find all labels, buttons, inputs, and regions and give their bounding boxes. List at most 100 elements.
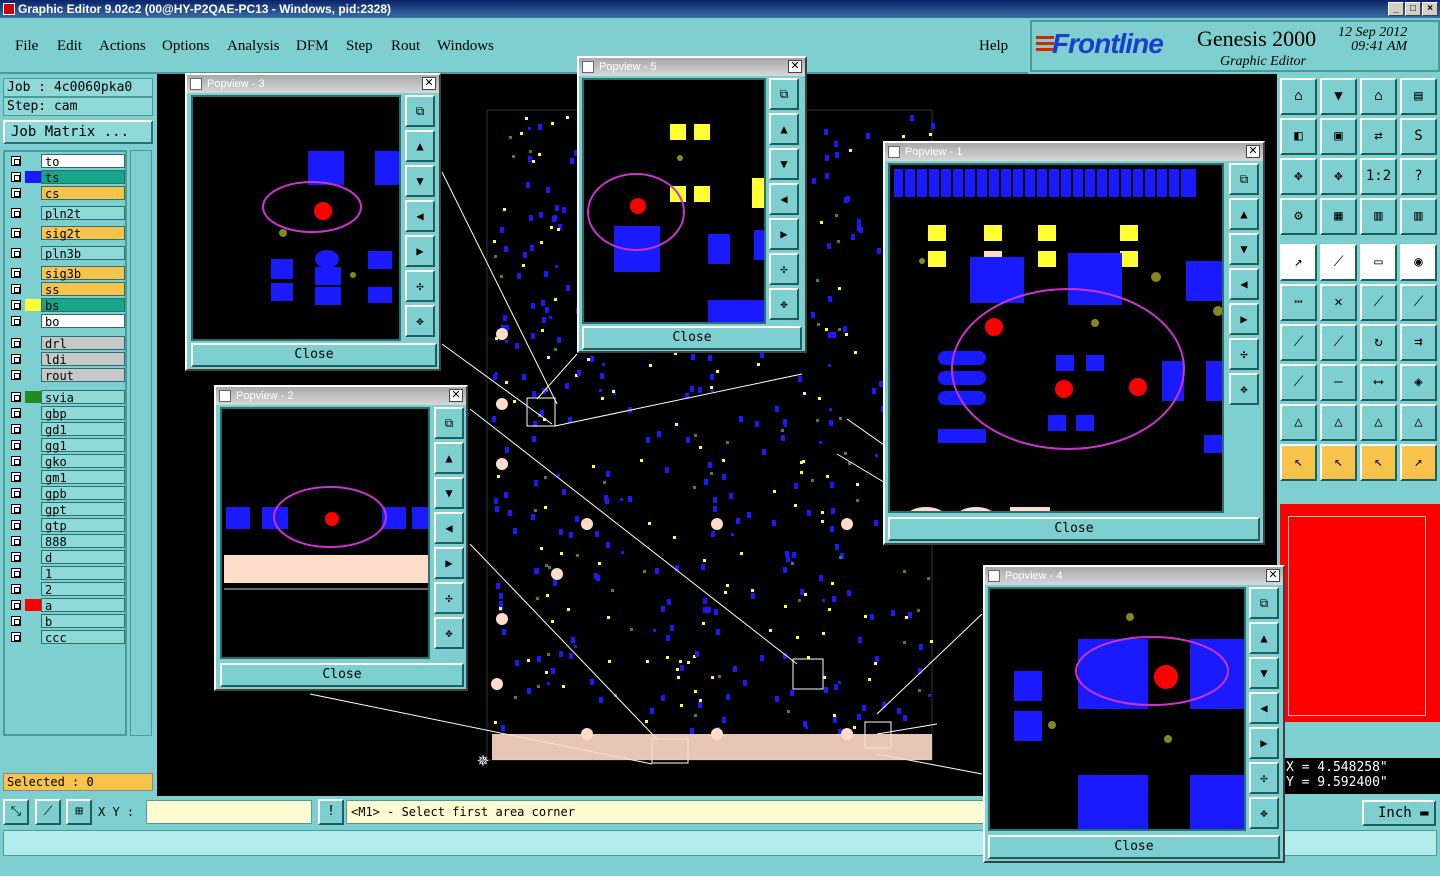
measure-icon[interactable]: ⟋ (35, 799, 61, 825)
zoom-out-icon[interactable]: ✣ (405, 270, 435, 302)
pan-right-icon[interactable]: ▶ (1229, 303, 1259, 335)
layer-name[interactable]: to (41, 154, 125, 169)
layer-row[interactable]: 2 (7, 582, 125, 597)
layer-name[interactable]: 888 (41, 534, 125, 549)
layer-row[interactable]: ccc (7, 630, 125, 645)
layer-row[interactable]: gpt (7, 502, 125, 517)
layer-checkbox[interactable] (11, 440, 21, 450)
pan-up-icon[interactable]: ▲ (1229, 198, 1259, 230)
layer-checkbox[interactable] (11, 536, 21, 546)
help-icon[interactable]: ? (1400, 158, 1437, 195)
popview-zoom-icon[interactable]: ⧉ (769, 78, 799, 110)
layer-row[interactable]: 1 (7, 566, 125, 581)
popview-5-view[interactable] (582, 78, 766, 324)
popview-1-view[interactable] (888, 163, 1224, 513)
menu-rout[interactable]: Rout (391, 38, 420, 55)
info-icon[interactable]: ! (318, 799, 344, 825)
layer-name[interactable]: cs (41, 186, 125, 201)
fit-icon[interactable]: ✥ (1229, 373, 1259, 405)
layer-row[interactable]: ts (7, 170, 125, 185)
layer-icon[interactable]: ▥ (1360, 198, 1397, 235)
flip-icon[interactable]: ⇄ (1360, 118, 1397, 155)
grid-icon[interactable]: ▦ (1320, 198, 1357, 235)
edit-tool-icon[interactable]: ↗ (1400, 444, 1437, 481)
edit-tool-icon[interactable]: ⋯ (1280, 284, 1317, 321)
layer-row[interactable]: svia (7, 390, 125, 405)
pan-left-icon[interactable]: ◀ (769, 183, 799, 215)
pan-left-icon[interactable]: ◀ (1229, 268, 1259, 300)
layer-name[interactable]: gko (41, 454, 125, 469)
layer-checkbox[interactable] (11, 354, 21, 364)
pan-down-icon[interactable]: ▼ (405, 165, 435, 197)
layer-name[interactable]: drl (41, 336, 125, 351)
popview-4-close-button[interactable]: Close (988, 835, 1280, 859)
pan-up-icon[interactable]: ▲ (1249, 622, 1279, 654)
layer-name[interactable]: ccc (41, 630, 125, 645)
pan-left-icon[interactable]: ◀ (434, 512, 464, 544)
popview-5-title-bar[interactable]: Popview - 5 ✕ (579, 58, 805, 76)
fit-icon[interactable]: ✥ (1280, 158, 1317, 195)
center-icon[interactable]: ✥ (1320, 158, 1357, 195)
layer-name[interactable]: svia (41, 390, 125, 405)
layer-row[interactable]: 888 (7, 534, 125, 549)
layer-checkbox[interactable] (11, 188, 21, 198)
layer-row[interactable]: ldi (7, 352, 125, 367)
layer-checkbox[interactable] (11, 616, 21, 626)
layer-name[interactable]: 1 (41, 566, 125, 581)
edit-tool-icon[interactable]: ◉ (1400, 244, 1437, 281)
close-icon[interactable]: ✕ (422, 77, 436, 90)
pan-right-icon[interactable]: ▶ (1249, 727, 1279, 759)
layer-row[interactable]: sig3b (7, 266, 125, 281)
layer-row[interactable]: gpb (7, 486, 125, 501)
pan-down-icon[interactable]: ▼ (434, 477, 464, 509)
fit-icon[interactable]: ✥ (1249, 797, 1279, 829)
maximize-button[interactable]: □ (1405, 2, 1421, 16)
layer-name[interactable]: ldi (41, 352, 125, 367)
zoom-in-icon[interactable]: ◧ (1280, 118, 1317, 155)
layer-checkbox[interactable] (11, 552, 21, 562)
layer-row[interactable]: to (7, 154, 125, 169)
job-matrix-button[interactable]: Job Matrix ... (3, 120, 153, 144)
layer-row[interactable]: rout (7, 368, 125, 383)
grid-icon[interactable]: ⊞ (66, 799, 92, 825)
edit-tool-icon[interactable]: ⟋ (1320, 324, 1357, 361)
zoom-out-icon[interactable]: ✣ (769, 253, 799, 285)
layer-row[interactable]: d (7, 550, 125, 565)
popview-2-title-bar[interactable]: Popview - 2 ✕ (216, 387, 466, 405)
layer-name[interactable]: d (41, 550, 125, 565)
layer-checkbox[interactable] (11, 228, 21, 238)
layer-checkbox[interactable] (11, 472, 21, 482)
edit-tool-icon[interactable]: — (1320, 364, 1357, 401)
layer-row[interactable]: bo (7, 314, 125, 329)
snap-icon[interactable]: S (1400, 118, 1437, 155)
edit-tool-icon[interactable]: ⟋ (1320, 244, 1357, 281)
layer-row[interactable]: gko (7, 454, 125, 469)
menu-windows[interactable]: Windows (437, 38, 494, 55)
layer-checkbox[interactable] (11, 392, 21, 402)
pan-left-icon[interactable]: ◀ (405, 200, 435, 232)
popview-5-close-button[interactable]: Close (582, 326, 802, 350)
layer-name[interactable]: ts (41, 170, 125, 185)
edit-tool-icon[interactable]: ⟷ (1360, 364, 1397, 401)
edit-tool-icon[interactable]: ⟋ (1280, 364, 1317, 401)
ruler-icon[interactable]: ⚙ (1280, 198, 1317, 235)
layer-checkbox[interactable] (11, 488, 21, 498)
layer-checkbox[interactable] (11, 584, 21, 594)
layer-name[interactable]: ss (41, 282, 125, 297)
layer-row[interactable]: pln2t (7, 206, 125, 221)
edit-tool-icon[interactable]: ▭ (1360, 244, 1397, 281)
layer-checkbox[interactable] (11, 338, 21, 348)
pan-left-icon[interactable]: ◀ (1249, 692, 1279, 724)
xy-input[interactable] (146, 800, 312, 824)
scale-icon[interactable]: 1:2 (1360, 158, 1397, 195)
layer-checkbox[interactable] (11, 208, 21, 218)
layer-checkbox[interactable] (11, 632, 21, 642)
zoom-out-icon[interactable]: ✣ (1229, 338, 1259, 370)
popview-3-view[interactable] (191, 95, 401, 341)
edit-tool-icon[interactable]: △ (1400, 404, 1437, 441)
pan-up-icon[interactable]: ▲ (434, 442, 464, 474)
layer-checkbox[interactable] (11, 568, 21, 578)
pan-up-icon[interactable]: ▲ (769, 113, 799, 145)
popview-zoom-icon[interactable]: ⧉ (1229, 163, 1259, 195)
zoom-out-icon[interactable]: ✣ (1249, 762, 1279, 794)
